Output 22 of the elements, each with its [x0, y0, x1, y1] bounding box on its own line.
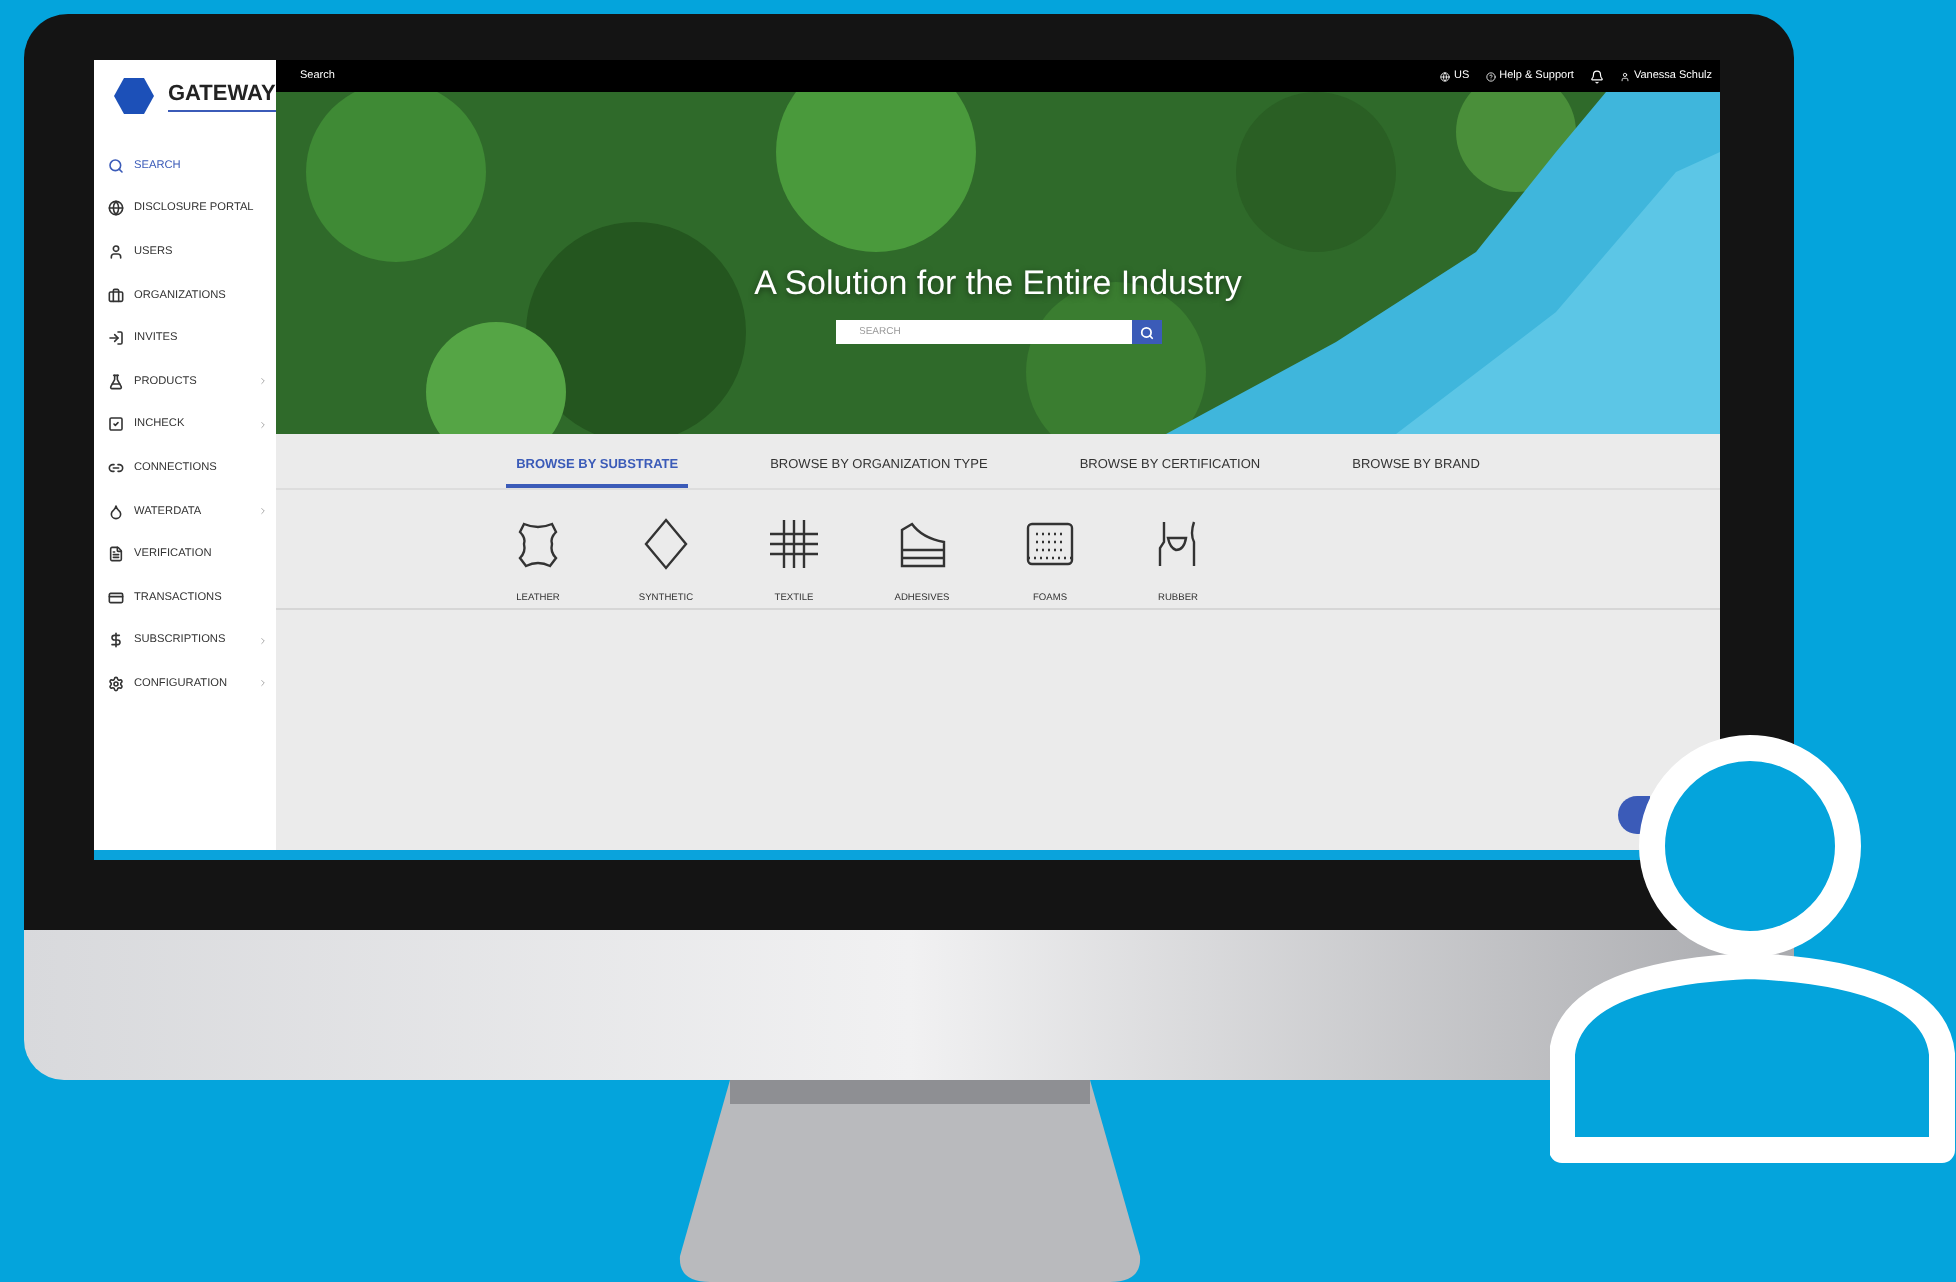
document-icon — [108, 546, 124, 563]
globe-icon — [1440, 71, 1450, 81]
search-icon — [108, 157, 124, 174]
flask-icon — [108, 373, 124, 390]
dollar-icon — [108, 632, 124, 649]
card-icon — [108, 589, 124, 606]
checkbox-icon — [108, 416, 124, 433]
weave-icon — [764, 514, 824, 574]
hero-heading: A Solution for the Entire Industry — [754, 264, 1242, 304]
link-icon — [108, 459, 124, 476]
search-icon — [1139, 325, 1153, 339]
globe-icon — [108, 200, 124, 217]
person-icon — [108, 243, 124, 260]
bell-icon[interactable] — [1589, 69, 1604, 83]
help-icon — [1485, 71, 1496, 81]
person-icon — [1619, 71, 1630, 81]
briefcase-icon — [108, 287, 124, 304]
sign-in-icon — [108, 330, 124, 347]
settings-icon — [108, 675, 124, 692]
logo-icon — [112, 76, 156, 116]
search-button[interactable] — [1131, 320, 1161, 344]
drop-icon — [108, 503, 124, 520]
